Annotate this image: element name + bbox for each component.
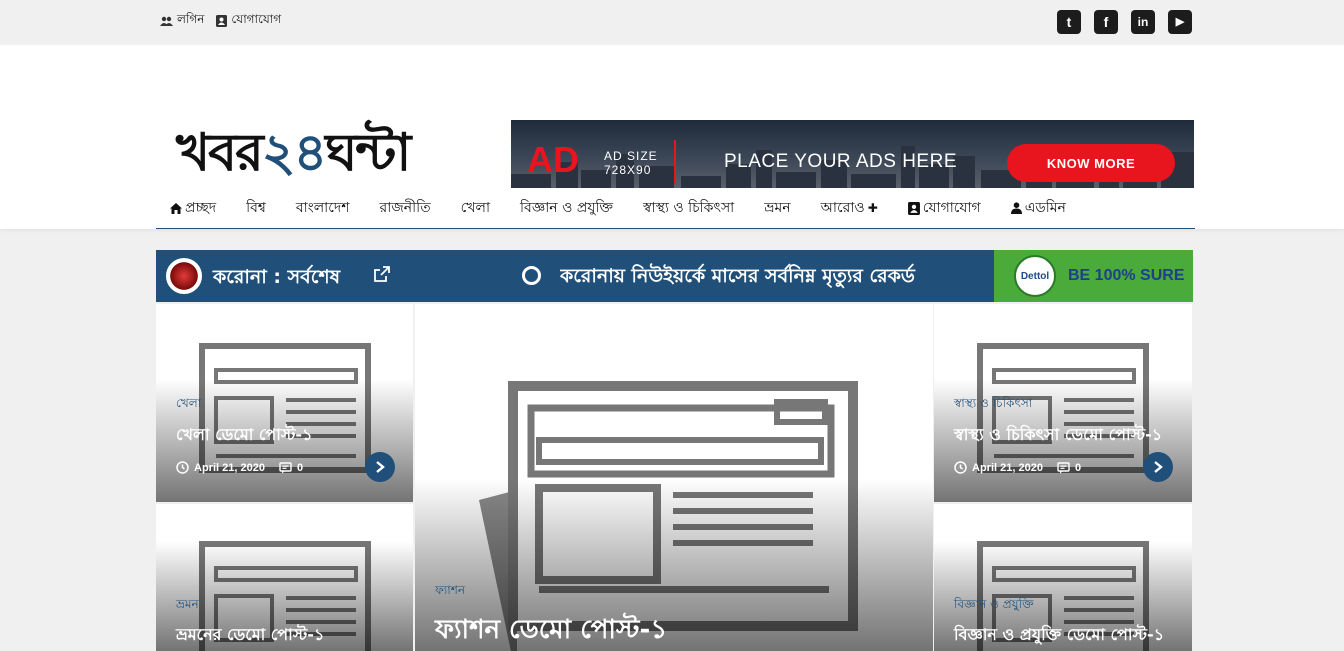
card-category[interactable]: ভ্রমন <box>176 596 199 616</box>
dettol-ad[interactable]: Dettol BE 100% SURE <box>994 250 1193 302</box>
card-meta: April 21, 2020 0 <box>176 461 303 474</box>
main-nav: প্রচ্ছদ বিশ্ব বাংলাদেশ রাজনীতি খেলা বিজ্… <box>156 188 1195 229</box>
logo-text-1: খবর <box>176 123 264 183</box>
ad-size-text: AD SIZE 728X90 <box>604 149 658 177</box>
dettol-logo: Dettol <box>1014 255 1056 297</box>
card-title[interactable]: বিজ্ঞান ও প্রযুক্তি ডেমো পোস্ট-১ <box>954 622 1164 649</box>
youtube-icon[interactable]: ▶ <box>1168 10 1192 34</box>
card-title[interactable]: ফ্যাশন ডেমো পোস্ট-১ <box>435 609 667 651</box>
users-icon <box>160 16 173 26</box>
top-bar: লগিন যোগাযোগ t f in ▶ <box>0 0 1344 45</box>
comment-meta[interactable]: 0 <box>279 462 303 474</box>
login-label: লগিন <box>177 12 205 26</box>
chevron-right-icon <box>1154 461 1163 473</box>
login-link[interactable]: লগিন <box>160 11 204 31</box>
nav-wrapper: প্রচ্ছদ বিশ্ব বাংলাদেশ রাজনীতি খেলা বিজ্… <box>0 188 1344 229</box>
linkedin-icon[interactable]: in <box>1131 10 1155 34</box>
comment-count: 0 <box>1074 461 1082 474</box>
logo-text-2: ঘন্টা <box>325 123 411 183</box>
ad-label: AD <box>527 139 579 180</box>
know-more-button[interactable]: KNOW MORE <box>1007 144 1175 182</box>
home-icon <box>170 202 182 214</box>
nav-item-bangladesh[interactable]: বাংলাদেশ <box>296 196 350 220</box>
nav-item-home[interactable]: প্রচ্ছদ <box>170 196 216 220</box>
logo-number: ২৪ <box>261 123 328 183</box>
ticker-label[interactable]: করোনা : সর্বশেষ <box>213 263 340 295</box>
read-more-button[interactable] <box>365 452 395 482</box>
nav-label: আরোও <box>820 200 865 216</box>
post-date: April 21, 2020 <box>194 461 265 474</box>
date-meta: April 21, 2020 <box>176 461 265 474</box>
ad-divider <box>674 140 676 184</box>
card-meta: April 21, 2020 0 <box>954 461 1081 474</box>
card-category[interactable]: ফ্যাশন <box>435 582 465 602</box>
card-category[interactable]: খেলা <box>176 395 201 415</box>
nav-label: এডমিন <box>1024 200 1066 216</box>
site-logo[interactable]: খবর২৪ঘন্টা <box>176 127 411 179</box>
card-title[interactable]: খেলা ডেমো পোস্ট-১ <box>176 422 312 449</box>
nav-label: যোগাযোগ <box>922 200 981 216</box>
ad-size-line-2: 728X90 <box>604 163 652 177</box>
facebook-icon[interactable]: f <box>1094 10 1118 34</box>
contact-label: যোগাযোগ <box>231 12 282 26</box>
news-card[interactable]: ভ্রমন ভ্রমনের ডেমো পোস্ট-১ <box>156 504 413 651</box>
dettol-tagline: BE 100% SURE <box>1068 267 1185 284</box>
user-icon <box>1010 202 1022 214</box>
read-more-button[interactable] <box>1143 452 1173 482</box>
nav-item-health[interactable]: স্বাস্থ্য ও চিকিৎসা <box>643 196 734 220</box>
nav-item-travel[interactable]: ভ্রমন <box>764 196 790 220</box>
nav-item-politics[interactable]: রাজনীতি <box>380 196 431 220</box>
external-link-icon[interactable] <box>374 266 390 286</box>
news-card[interactable]: স্বাস্থ্য ও চিকিৎসা স্বাস্থ্য ও চিকিৎসা … <box>934 304 1192 502</box>
date-meta: April 21, 2020 <box>954 461 1043 474</box>
comment-count: 0 <box>296 461 304 474</box>
site-header: খবর২৪ঘন্টা AD AD SIZE 728X90 PLACE YOUR … <box>0 45 1344 204</box>
ticker-bullet-icon <box>522 266 541 285</box>
contact-icon <box>907 201 920 215</box>
nav-item-more[interactable]: আরোও ✚ <box>821 196 878 220</box>
corona-virus-icon <box>166 258 202 294</box>
nav-item-world[interactable]: বিশ্ব <box>246 196 266 220</box>
post-date: April 21, 2020 <box>972 461 1043 474</box>
comment-icon <box>1057 461 1070 473</box>
news-card[interactable]: বিজ্ঞান ও প্রযুক্তি বিজ্ঞান ও প্রযুক্তি … <box>934 504 1192 651</box>
card-category[interactable]: বিজ্ঞান ও প্রযুক্তি <box>954 596 1034 616</box>
contact-link[interactable]: যোগাযোগ <box>216 11 281 31</box>
ad-size-line-1: AD SIZE <box>604 149 658 163</box>
clock-icon <box>176 461 189 474</box>
plus-icon: ✚ <box>867 201 878 215</box>
social-links: t f in ▶ <box>1057 10 1192 34</box>
comment-icon <box>279 461 292 473</box>
comment-meta[interactable]: 0 <box>1057 462 1081 474</box>
twitter-icon[interactable]: t <box>1057 10 1081 34</box>
nav-item-sports[interactable]: খেলা <box>461 196 490 220</box>
ticker-headline[interactable]: করোনায় নিউইয়র্কে মাসের সর্বনিম্ন মৃত্য… <box>560 262 994 294</box>
breaking-news-ticker: করোনা : সর্বশেষ করোনায় নিউইয়র্কে মাসের… <box>156 250 1193 302</box>
news-card[interactable]: খেলা খেলা ডেমো পোস্ট-১ April 21, 2020 0 <box>156 304 413 502</box>
contact-card-icon <box>216 15 228 27</box>
chevron-right-icon <box>376 461 385 473</box>
top-links: লগিন যোগাযোগ <box>160 11 281 31</box>
nav-item-science-tech[interactable]: বিজ্ঞান ও প্রযুক্তি <box>520 196 613 220</box>
nav-item-admin[interactable]: এডমিন <box>1010 196 1066 220</box>
card-title[interactable]: স্বাস্থ্য ও চিকিৎসা ডেমো পোস্ট-১ <box>954 422 1162 449</box>
clock-icon <box>954 461 967 474</box>
nav-label: প্রচ্ছদ <box>185 200 217 216</box>
card-category[interactable]: স্বাস্থ্য ও চিকিৎসা <box>954 395 1032 415</box>
card-title[interactable]: ভ্রমনের ডেমো পোস্ট-১ <box>176 622 324 649</box>
ad-place-text: PLACE YOUR ADS HERE <box>724 151 958 172</box>
featured-news-card[interactable]: ফ্যাশন ফ্যাশন ডেমো পোস্ট-১ <box>415 304 933 651</box>
nav-item-contact[interactable]: যোগাযোগ <box>907 196 981 220</box>
